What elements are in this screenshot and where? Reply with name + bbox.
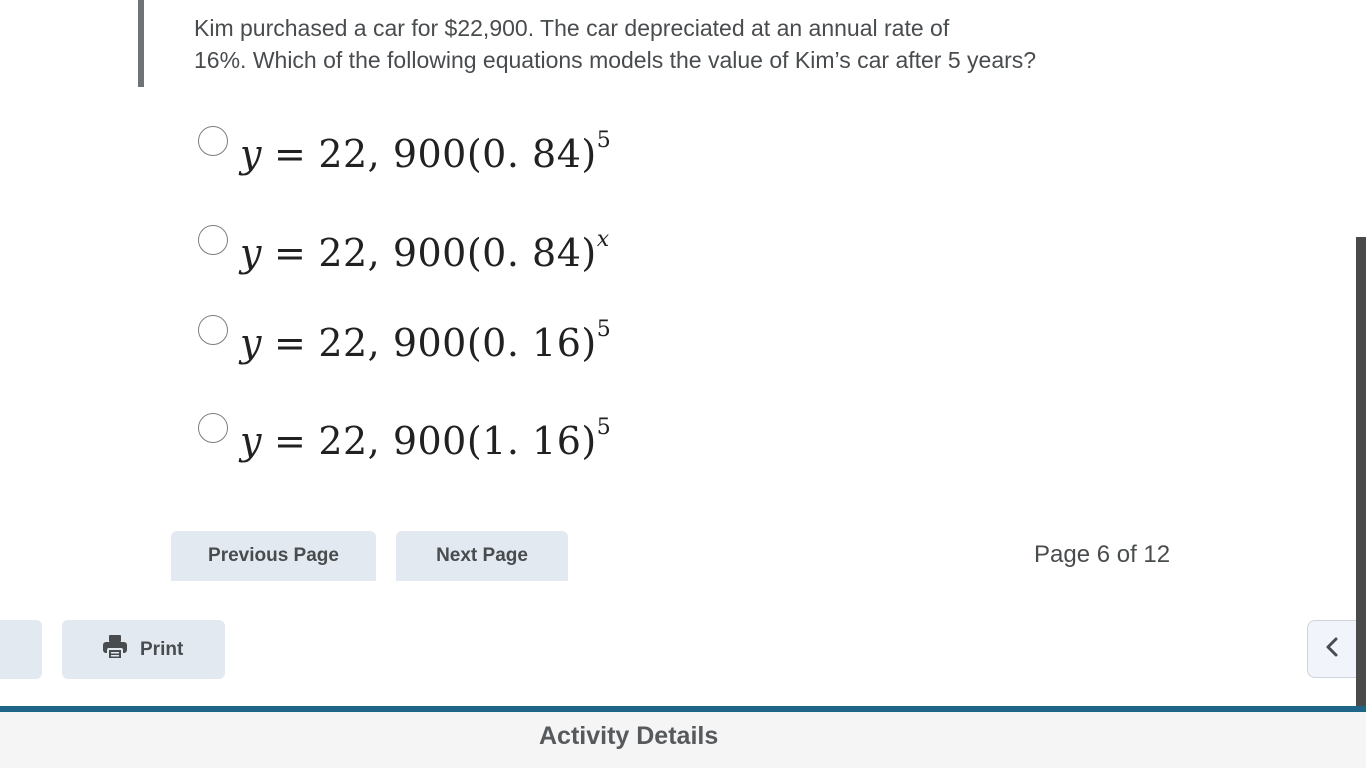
previous-page-button[interactable]: Previous Page xyxy=(171,531,376,581)
print-button[interactable]: Print xyxy=(62,620,225,679)
question-accent-bar xyxy=(138,0,144,87)
answer-option-1[interactable]: y = 22, 900(0. 84)5 xyxy=(198,126,698,186)
left-toolbar-button[interactable] xyxy=(0,620,42,679)
answer-option-4[interactable]: y = 22, 900(1. 16)5 xyxy=(198,413,698,473)
radio-button[interactable] xyxy=(198,413,228,443)
equation: y = 22, 900(1. 16)5 xyxy=(240,415,612,463)
answer-option-3[interactable]: y = 22, 900(0. 16)5 xyxy=(198,315,698,375)
radio-button[interactable] xyxy=(198,315,228,345)
next-page-button[interactable]: Next Page xyxy=(396,531,568,581)
radio-button[interactable] xyxy=(198,126,228,156)
equation: y = 22, 900(0. 84)5 xyxy=(240,128,612,176)
print-label: Print xyxy=(140,638,184,660)
answer-option-2[interactable]: y = 22, 900(0. 84)x xyxy=(198,225,698,285)
scrollbar[interactable] xyxy=(1356,237,1366,714)
chevron-left-icon xyxy=(1324,636,1340,663)
quiz-page: Kim purchased a car for $22,900. The car… xyxy=(0,0,1366,768)
printer-icon xyxy=(102,634,128,665)
radio-button[interactable] xyxy=(198,225,228,255)
activity-details-toggle[interactable]: Activity Details xyxy=(539,722,718,751)
equation: y = 22, 900(0. 16)5 xyxy=(240,317,612,365)
question-text: Kim purchased a car for $22,900. The car… xyxy=(194,15,1037,73)
equation: y = 22, 900(0. 84)x xyxy=(240,227,610,275)
page-indicator: Page 6 of 12 xyxy=(1034,541,1171,568)
